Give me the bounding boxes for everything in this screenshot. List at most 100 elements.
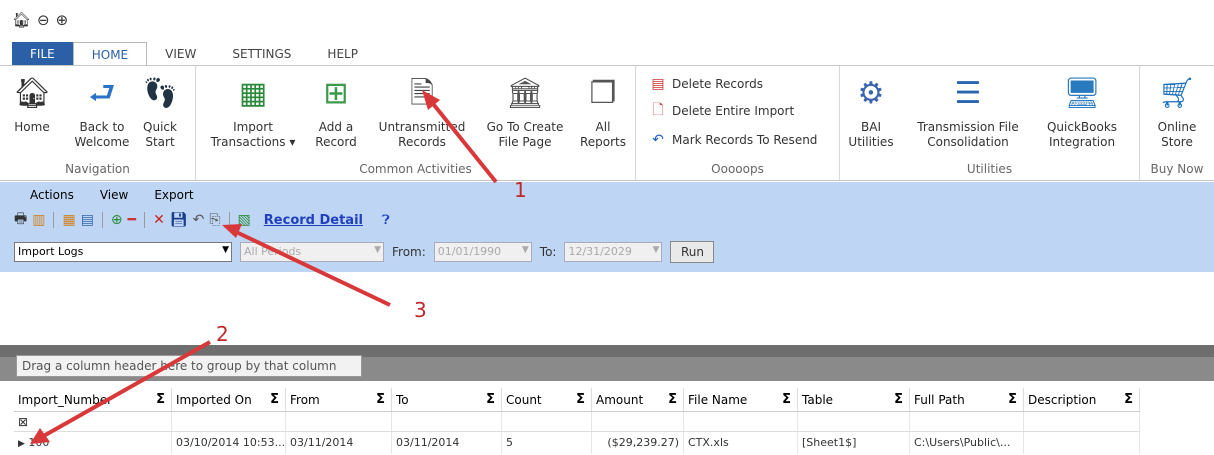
delete-entire-import-button[interactable]: 🗋︎ Delete Entire Import [650,101,794,121]
filter-cell[interactable] [798,412,910,431]
column-header[interactable]: Amount Σ [592,388,684,411]
group-label-utilities: Utilities [966,162,1013,176]
cell-import-number[interactable]: ▶ 100 [14,432,172,454]
toolbar-separator [144,212,146,228]
home-button[interactable]: 🏠︎ Home [10,74,54,135]
filter-cell[interactable] [592,412,684,431]
tab-view[interactable]: VIEW [147,42,214,66]
cell-from[interactable]: 03/11/2014 [286,432,392,454]
from-date-picker[interactable]: 01/01/1990 ▼ [433,242,532,262]
column-header[interactable]: From Σ [286,388,392,411]
sum-icon[interactable]: Σ [156,388,165,412]
menu-export[interactable]: Export [154,188,193,202]
group-common-activities: ▦ Import Transactions ▾ ⊞ Add a Record 🗎︎ U… [196,66,636,180]
menu-actions[interactable]: Actions [30,188,74,202]
filter-cell[interactable] [502,412,592,431]
save-icon[interactable]: 💾︎ [170,212,188,228]
sum-icon[interactable]: Σ [486,388,495,412]
filter-cell[interactable] [684,412,798,431]
sum-icon[interactable]: Σ [576,388,585,412]
cell-full-path[interactable]: C:\Users\Public\... [910,432,1024,454]
online-store-button[interactable]: 🛒︎ Online Store [1148,74,1206,150]
period-select[interactable]: All Periods ▼ [240,242,384,262]
run-button[interactable]: Run [670,241,715,263]
add-record-button[interactable]: ⊞ Add a Record [308,74,364,150]
mark-records-resend-button[interactable]: ↶ Mark Records To Resend [650,130,817,150]
delete-records-button[interactable]: ▤ Delete Records [650,74,763,94]
back-to-welcome-button[interactable]: ⮐ Back to Welcome [70,74,134,150]
cell-description[interactable] [1024,432,1140,454]
goto-create-file-button[interactable]: 🏛︎ Go To Create File Page [480,74,570,150]
grid-header: Import_Number Σ Imported On Σ From Σ To Σ Co… [14,388,1140,412]
tab-help[interactable]: HELP [309,42,376,66]
sum-icon[interactable]: Σ [894,388,903,412]
grid-icon[interactable]: ▦ [62,212,75,228]
quickbooks-integration-button[interactable]: 🖥︎ QuickBooks Integration [1036,74,1128,150]
bank-arrow-icon: 🏛︎ [505,76,545,111]
table-icon[interactable]: ▤ [81,212,94,228]
tab-file[interactable]: FILE [12,42,73,66]
filter-cell[interactable] [392,412,502,431]
filter-toggle-icon[interactable]: ⊠ [18,415,28,429]
column-header[interactable]: To Σ [392,388,502,411]
back-circle-icon[interactable]: ⊖ [37,12,50,28]
quick-access-bar: 🏠︎ ⊖ ⊕ [12,12,68,28]
cell-table[interactable]: [Sheet1$] [798,432,910,454]
sum-icon[interactable]: Σ [1008,388,1017,412]
bai-utilities-button[interactable]: ⚙︎ BAI Utilities [846,74,896,150]
cell-amount[interactable]: ($29,239.27) [592,432,684,454]
table-row[interactable]: ▶ 100 03/10/2014 10:53... 03/11/2014 03/… [14,432,1140,454]
column-header[interactable]: Imported On Σ [172,388,286,411]
delete-x-icon[interactable]: ✕ [153,212,165,228]
filter-cell[interactable] [1024,412,1140,431]
chevron-down-icon: ▼ [374,245,381,255]
home-icon[interactable]: 🏠︎ [12,12,31,28]
tab-settings[interactable]: SETTINGS [214,42,309,66]
menu-view[interactable]: View [100,188,128,202]
copy-icon[interactable]: ⎘ [209,212,220,228]
column-header[interactable]: Description Σ [1024,388,1140,411]
sum-icon[interactable]: Σ [782,388,791,412]
filter-cell[interactable]: ⊠ [14,412,172,431]
transmission-consolidation-button[interactable]: ☰ Transmission File Consolidation [906,74,1030,150]
column-header[interactable]: Full Path Σ [910,388,1024,411]
column-header[interactable]: Import_Number Σ [14,388,172,411]
to-date-picker[interactable]: 12/31/2029 ▼ [564,242,663,262]
sum-icon[interactable]: Σ [376,388,385,412]
columns-icon[interactable]: ▥ [32,212,45,228]
filter-cell[interactable] [172,412,286,431]
import-transactions-button[interactable]: ▦ Import Transactions ▾ [208,74,298,150]
shopping-cart-icon: 🛒︎ [1157,76,1197,111]
group-buy-now: 🛒︎ Online Store Buy Now [1140,66,1214,180]
toolbar-separator [101,212,103,228]
sum-icon[interactable]: Σ [1124,388,1133,412]
column-header[interactable]: Count Σ [502,388,592,411]
column-header[interactable]: Table Σ [798,388,910,411]
remove-row-icon[interactable]: ━ [128,212,136,228]
filter-cell[interactable] [286,412,392,431]
undo-icon[interactable]: ↶ [193,212,205,228]
log-type-select[interactable]: Import Logs ▼ [14,242,232,262]
excel-export-icon[interactable]: ▧ [238,212,251,228]
quick-start-button[interactable]: 👣︎ Quick Start [140,74,180,150]
record-detail-link[interactable]: Record Detail [264,213,363,228]
cell-file-name[interactable]: CTX.xls [684,432,798,454]
all-reports-button[interactable]: ❐ All Reports [578,74,628,150]
house-icon: 🏠︎ [12,76,52,111]
help-icon[interactable]: ❓︎ [382,213,390,228]
sum-icon[interactable]: Σ [668,388,677,412]
cell-to[interactable]: 03/11/2014 [392,432,502,454]
tab-home[interactable]: HOME [72,42,148,66]
monitors-icon: 🖥︎ [1062,76,1102,111]
column-header[interactable]: File Name Σ [684,388,798,411]
cell-imported-on[interactable]: 03/10/2014 10:53... [172,432,286,454]
add-row-icon[interactable]: ⊕ [111,212,123,228]
untransmitted-records-button[interactable]: 🗎︎ Untransmitted Records [372,74,472,150]
cell-count[interactable]: 5 [502,432,592,454]
forward-circle-icon[interactable]: ⊕ [56,12,69,28]
sum-icon[interactable]: Σ [270,388,279,412]
print-icon[interactable]: 🖶︎ [14,208,27,232]
group-by-hint: Drag a column header here to group by th… [16,355,362,377]
filter-bar: Import Logs ▼ All Periods ▼ From: 01/01/19… [14,241,715,263]
filter-cell[interactable] [910,412,1024,431]
